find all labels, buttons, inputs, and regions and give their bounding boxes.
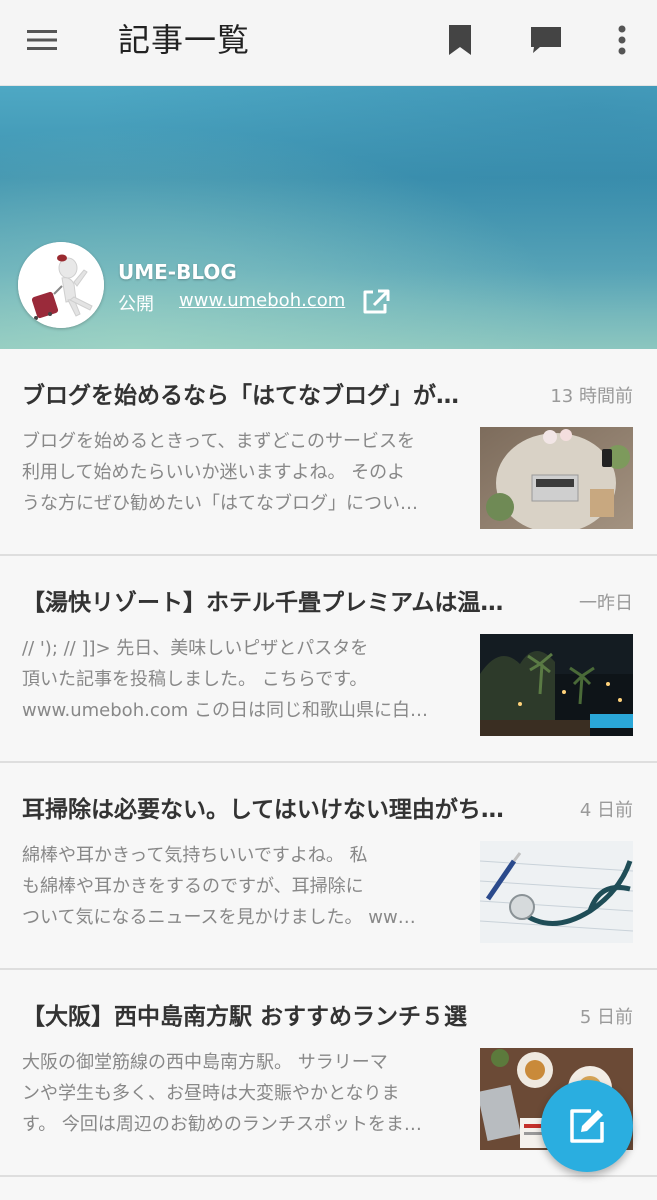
blog-avatar[interactable] <box>18 242 104 328</box>
article-title: 【大阪】西中島南方駅 おすすめランチ５選 <box>22 1004 468 1030</box>
excerpt-line: ンや学生も多く、お昼時は大変賑やかとなりま <box>22 1083 400 1104</box>
article-thumbnail <box>480 841 633 943</box>
menu-button[interactable] <box>20 18 64 62</box>
laptop-desk-photo <box>480 427 633 529</box>
article-time: 13 時間前 <box>550 386 633 407</box>
article-item[interactable]: ブログを始めるなら「はてなブログ」が… 13 時間前 ブログを始めるときって、ま… <box>0 350 657 556</box>
excerpt-line: も綿棒や耳かきをするのですが、耳掃除に <box>22 876 364 897</box>
article-title: 耳掃除は必要ない。してはいけない理由がち… <box>22 797 504 823</box>
article-thumbnail <box>480 427 633 529</box>
blog-visibility-label: 公開 <box>118 294 154 315</box>
excerpt-line: ついて気になるニュースを見かけました。 ww… <box>22 907 416 928</box>
blog-header-banner: UME-BLOG 公開 www.umeboh.com <box>0 86 657 349</box>
compose-button[interactable] <box>541 1080 633 1172</box>
article-excerpt: 綿棒や耳かきって気持ちいいですよね。 私 も綿棒や耳かきをするのですが、耳掃除に… <box>22 840 468 933</box>
blog-name: UME-BLOG <box>118 260 237 284</box>
night-resort-photo <box>480 634 633 736</box>
more-vert-icon <box>618 25 626 55</box>
bookmark-icon <box>449 25 471 55</box>
edit-icon <box>570 1109 604 1143</box>
excerpt-line: // '); // ]]> 先日、美味しいピザとパスタを <box>22 638 369 659</box>
excerpt-line: す。 今回は周辺のお勧めのランチスポットをま… <box>22 1114 422 1135</box>
article-title: 【湯快リゾート】ホテル千畳プレミアムは温… <box>22 590 504 616</box>
excerpt-line: ブログを始めるときって、まずどこのサービスを <box>22 431 415 452</box>
traveler-figure-icon <box>18 242 104 328</box>
excerpt-line: www.umeboh.com この日は同じ和歌山県に白… <box>22 700 428 721</box>
excerpt-line: 利用して始めたらいいか迷いますよね。 そのよ <box>22 462 406 483</box>
article-excerpt: 大阪の御堂筋線の西中島南方駅。 サラリーマ ンや学生も多く、お昼時は大変賑やかと… <box>22 1047 468 1140</box>
page-title: 記事一覧 <box>118 21 251 59</box>
stethoscope-photo <box>480 841 633 943</box>
more-options-button[interactable] <box>604 18 640 62</box>
app-bar: 記事一覧 <box>0 0 657 86</box>
article-excerpt: // '); // ]]> 先日、美味しいピザとパスタを 頂いた記事を投稿しまし… <box>22 633 468 726</box>
article-thumbnail <box>480 634 633 736</box>
open-external-button[interactable] <box>360 288 392 316</box>
article-item[interactable]: 耳掃除は必要ない。してはいけない理由がち… 4 日前 綿棒や耳かきって気持ちいい… <box>0 764 657 970</box>
comment-icon <box>531 27 561 53</box>
comment-button[interactable] <box>524 18 568 62</box>
excerpt-line: 大阪の御堂筋線の西中島南方駅。 サラリーマ <box>22 1052 388 1073</box>
menu-icon <box>27 30 57 50</box>
article-time: 4 日前 <box>579 800 633 821</box>
excerpt-line: うな方にぜひ勧めたい「はてなブログ」につい… <box>22 493 418 514</box>
article-time: 一昨日 <box>579 593 633 614</box>
excerpt-line: 綿棒や耳かきって気持ちいいですよね。 私 <box>22 845 368 866</box>
article-excerpt: ブログを始めるときって、まずどこのサービスを 利用して始めたらいいか迷いますよね… <box>22 426 468 519</box>
blog-url-link[interactable]: www.umeboh.com <box>179 290 345 311</box>
excerpt-line: 頂いた記事を投稿しました。 こちらです。 <box>22 669 368 690</box>
open-in-new-icon <box>363 289 390 314</box>
article-time: 5 日前 <box>579 1007 633 1028</box>
article-item[interactable]: 【湯快リゾート】ホテル千畳プレミアムは温… 一昨日 // '); // ]]> … <box>0 557 657 763</box>
bookmark-button[interactable] <box>440 18 480 62</box>
article-title: ブログを始めるなら「はてなブログ」が… <box>22 383 459 409</box>
